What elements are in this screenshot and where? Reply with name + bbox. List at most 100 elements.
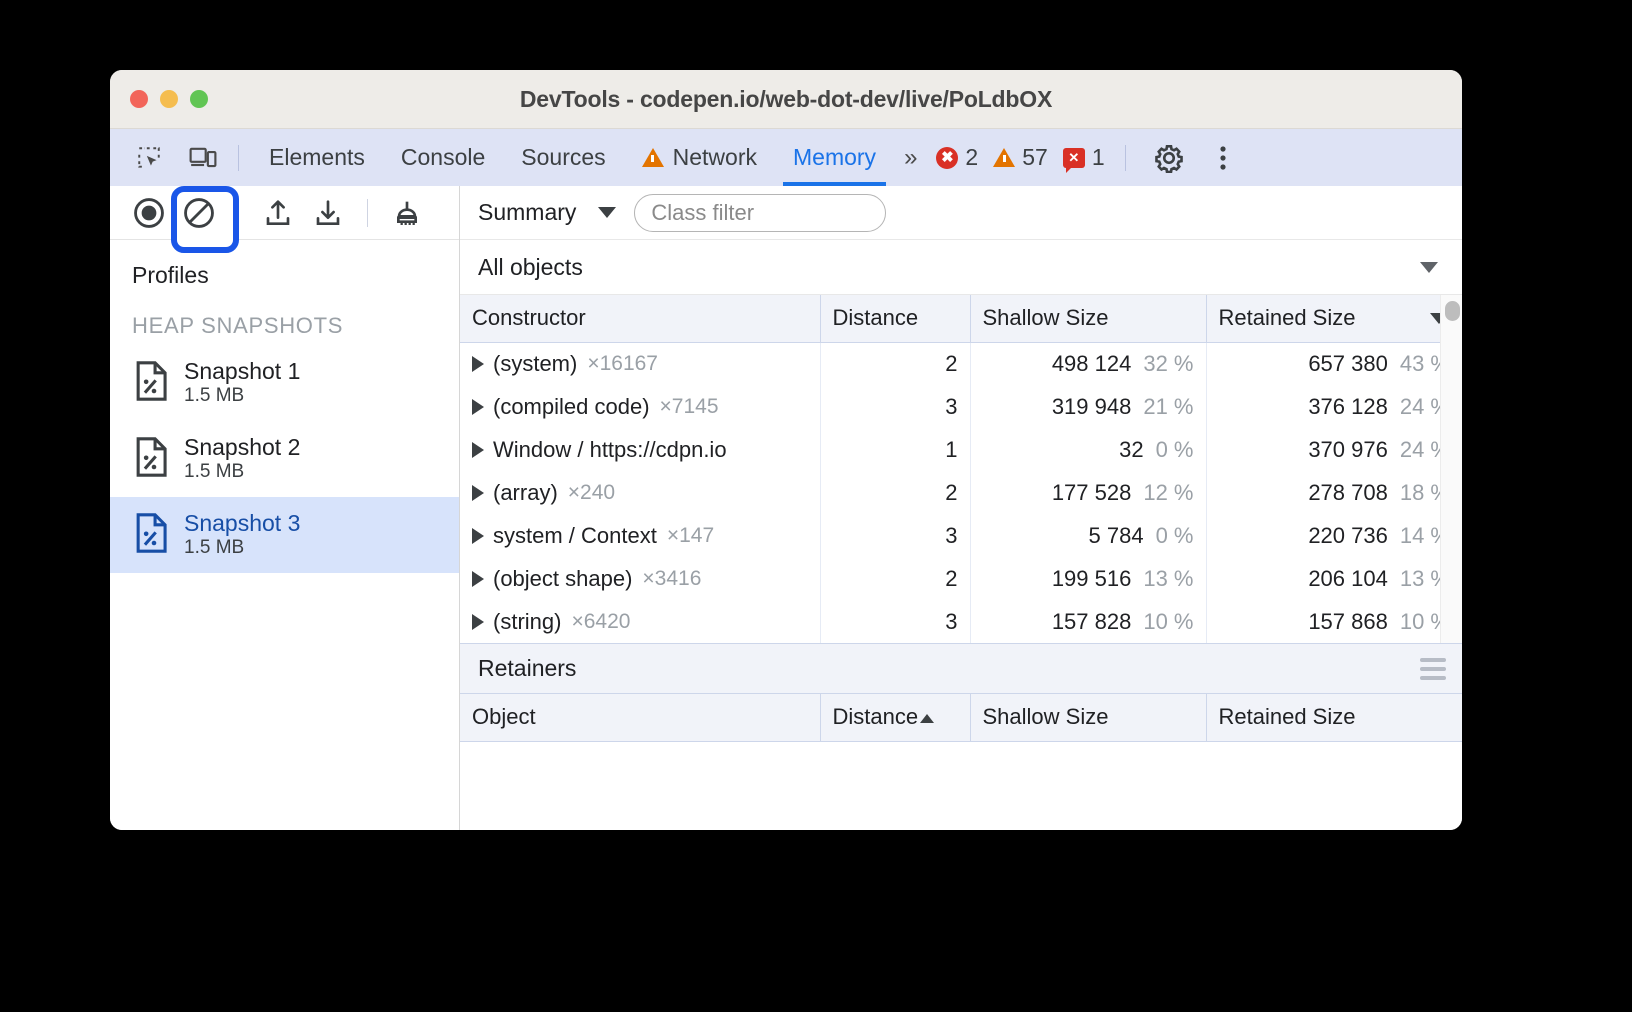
shallow-size-percent: 12 %: [1143, 480, 1193, 505]
table-row[interactable]: system / Context×147 3 5 7840 % 220 7361…: [460, 514, 1462, 557]
column-header-object[interactable]: Object: [460, 694, 820, 741]
chevron-down-icon[interactable]: [1420, 262, 1438, 273]
instance-count: ×6420: [571, 610, 630, 633]
column-header-distance[interactable]: Distance: [820, 694, 970, 741]
table-row[interactable]: (string)×6420 3 157 82810 % 157 86810 %: [460, 600, 1462, 643]
constructor-name: (compiled code): [493, 394, 650, 419]
column-header-constructor[interactable]: Constructor: [460, 295, 820, 342]
tab-elements[interactable]: Elements: [251, 129, 383, 186]
error-counter[interactable]: ✖ 2: [936, 144, 986, 171]
table-row[interactable]: (system)×16167 2 498 12432 % 657 38043 %: [460, 342, 1462, 385]
cell-constructor[interactable]: (object shape)×3416: [460, 557, 820, 600]
snapshot-size: 1.5 MB: [184, 537, 300, 560]
more-tabs-icon[interactable]: »: [894, 144, 924, 172]
record-button[interactable]: [126, 190, 172, 236]
column-header-shallow-size[interactable]: Shallow Size: [970, 295, 1206, 342]
retainers-header: Retainers: [460, 643, 1462, 694]
issue-count: 1: [1092, 144, 1105, 171]
cell-shallow-size: 177 528 12 %: [970, 471, 1206, 514]
cell-constructor[interactable]: (string) ×6420: [460, 600, 820, 643]
expand-triangle-icon[interactable]: [472, 442, 484, 458]
view-mode-select[interactable]: Summary: [478, 199, 576, 226]
cell-shallow-size: 498 12432 %: [970, 342, 1206, 385]
expand-triangle-icon[interactable]: [472, 485, 484, 501]
issue-icon: ✕: [1063, 148, 1085, 168]
hamburger-icon[interactable]: [1420, 658, 1446, 680]
warning-icon: [993, 148, 1015, 167]
error-count: 2: [965, 144, 978, 171]
cell-constructor[interactable]: (compiled code) ×7145: [460, 385, 820, 428]
warning-triangle-icon: [642, 148, 664, 167]
column-header-retained-size[interactable]: Retained Size: [1206, 694, 1462, 741]
expand-triangle-icon[interactable]: [472, 528, 484, 544]
table-row[interactable]: (object shape)×3416 2 199 51613 % 206 10…: [460, 557, 1462, 600]
retained-size-value: 657 380: [1308, 351, 1388, 376]
snapshot-file-icon: [134, 437, 170, 482]
instance-count: ×3416: [642, 567, 701, 590]
column-header-distance[interactable]: Distance: [820, 295, 970, 342]
expand-triangle-icon[interactable]: [472, 399, 484, 415]
cell-constructor[interactable]: (array)×240: [460, 471, 820, 514]
column-header-retained-size[interactable]: Retained Size: [1206, 295, 1462, 342]
shallow-size-value: 177 528: [1052, 480, 1132, 505]
summary-toolbar: Summary: [460, 186, 1462, 240]
inspect-element-icon[interactable]: [126, 135, 172, 181]
constructor-name: (string): [493, 609, 561, 634]
shallow-size-percent: 10 %: [1143, 609, 1193, 634]
table-header-row: Object Distance Shallow Size Retained Si…: [460, 694, 1462, 741]
column-header-shallow-size[interactable]: Shallow Size: [970, 694, 1206, 741]
tab-network[interactable]: Network: [624, 129, 775, 186]
snapshot-file-icon: [134, 361, 170, 406]
close-window-button[interactable]: [130, 90, 148, 108]
tab-sources[interactable]: Sources: [503, 129, 623, 186]
instance-count: ×7145: [660, 395, 719, 418]
clear-stop-button[interactable]: [176, 190, 222, 236]
constructor-table: Constructor Distance Shallow Size Retain…: [460, 295, 1462, 643]
table-row[interactable]: Window / https://cdpn.io 1 320 % 370 976…: [460, 428, 1462, 471]
objects-filter-select[interactable]: All objects: [460, 240, 1462, 295]
gear-icon[interactable]: [1146, 135, 1192, 181]
instance-count: ×147: [667, 524, 714, 547]
cell-distance: 3: [820, 385, 970, 428]
collect-garbage-button[interactable]: [384, 190, 430, 236]
maximize-window-button[interactable]: [190, 90, 208, 108]
scrollbar-thumb[interactable]: [1445, 301, 1460, 321]
constructor-name: system / Context: [493, 523, 657, 548]
list-item[interactable]: Snapshot 2 1.5 MB: [110, 421, 459, 497]
tab-sources-label: Sources: [521, 144, 605, 171]
expand-triangle-icon[interactable]: [472, 614, 484, 630]
memory-toolbar: [110, 186, 459, 240]
snapshot-file-icon: [134, 513, 170, 558]
save-profile-button[interactable]: [305, 190, 351, 236]
list-item[interactable]: Snapshot 1 1.5 MB: [110, 345, 459, 421]
tab-memory[interactable]: Memory: [775, 129, 894, 186]
class-filter-input[interactable]: [634, 194, 886, 232]
chevron-down-icon[interactable]: [598, 207, 616, 218]
tab-console[interactable]: Console: [383, 129, 503, 186]
expand-triangle-icon[interactable]: [472, 571, 484, 587]
three-dot-menu-icon[interactable]: [1200, 135, 1246, 181]
constructor-table-scrollbar[interactable]: [1440, 295, 1462, 643]
cell-constructor[interactable]: (system)×16167: [460, 342, 820, 385]
error-icon: ✖: [936, 147, 958, 169]
table-row[interactable]: (compiled code)×7145 3 319 94821 % 376 1…: [460, 385, 1462, 428]
cell-retained-size: 370 97624 %: [1206, 428, 1462, 471]
retained-size-value: 376 128: [1308, 394, 1388, 419]
toolbar-divider-2: [367, 199, 368, 227]
device-toolbar-icon[interactable]: [180, 135, 226, 181]
warning-counter[interactable]: 57: [993, 144, 1056, 171]
expand-triangle-icon[interactable]: [472, 356, 484, 372]
cell-distance: 3: [820, 600, 970, 643]
shallow-size-percent: 0 %: [1156, 437, 1194, 462]
list-item[interactable]: Snapshot 3 1.5 MB: [110, 497, 459, 573]
tab-elements-label: Elements: [269, 144, 365, 171]
cell-retained-size: 157 86810 %: [1206, 600, 1462, 643]
cell-constructor[interactable]: Window / https://cdpn.io: [460, 428, 820, 471]
status-counters: ✖ 2 57 ✕ 1: [936, 144, 1112, 171]
cell-constructor[interactable]: system / Context ×147: [460, 514, 820, 557]
minimize-window-button[interactable]: [160, 90, 178, 108]
table-row[interactable]: (array)×240 2 177 52812 % 278 70818 %: [460, 471, 1462, 514]
issue-counter[interactable]: ✕ 1: [1063, 144, 1113, 171]
load-profile-button[interactable]: [255, 190, 301, 236]
retainers-table: Object Distance Shallow Size Retained Si…: [460, 694, 1462, 742]
